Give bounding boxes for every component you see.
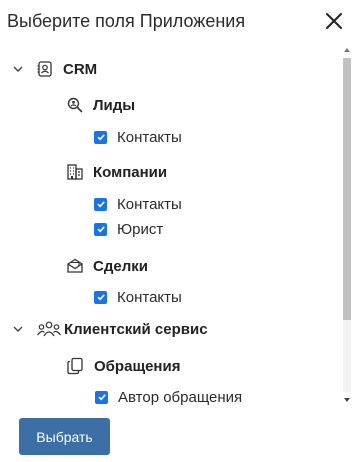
field-item[interactable]: Контакты [94,192,182,216]
fields-tree: CRM Лиды Контакты Компании Контакты Юрис… [0,52,340,407]
tree-node-leads[interactable]: Лиды [66,93,135,117]
building-icon [67,164,83,180]
checkmark-icon [96,134,105,141]
checkbox-checked[interactable] [94,197,107,211]
chevron-down-icon[interactable] [12,323,24,335]
field-label: Контакты [117,128,182,146]
tree-node-label: Лиды [93,96,136,114]
tree-node-requests[interactable]: Обращения [66,354,180,378]
field-select-dialog: Выберите поля Приложения CRM Лиды Контак… [0,0,359,462]
field-label: Контакты [117,288,182,306]
checkbox-checked[interactable] [94,130,107,144]
tree-node-crm[interactable]: CRM [12,57,97,81]
checkbox-checked[interactable] [94,222,107,236]
field-item[interactable]: Контакты [94,125,182,149]
field-item[interactable]: Автор обращения [95,385,242,407]
tree-node-label: Сделки [93,257,148,275]
scroll-down-arrow-icon[interactable] [342,394,352,406]
scroll-up-arrow-icon[interactable] [342,44,352,56]
tree-node-label: Компании [93,163,168,181]
tree-node-label: Обращения [94,357,181,375]
tree-node-deals[interactable]: Сделки [66,254,148,278]
envelope-icon [67,258,83,273]
scrollbar-thumb[interactable] [343,58,351,320]
documents-icon [67,357,83,375]
field-item[interactable]: Контакты [94,285,182,309]
checkmark-icon [96,226,105,233]
search-user-icon [67,97,83,113]
checkmark-icon [97,394,106,401]
people-icon [37,321,61,337]
checkbox-checked[interactable] [95,390,108,404]
select-button[interactable]: Выбрать [19,418,110,455]
tree-node-label: Клиентский сервис [64,320,208,338]
tree-node-client-service[interactable]: Клиентский сервис [12,317,208,341]
checkbox-checked[interactable] [94,290,107,304]
scrollbar[interactable] [342,44,352,406]
field-label: Автор обращения [118,388,243,406]
checkmark-icon [96,201,105,208]
dialog-title: Выберите поля Приложения [7,11,246,31]
field-label: Контакты [117,195,182,213]
close-icon[interactable] [322,9,346,33]
tree-node-companies[interactable]: Компании [66,160,167,184]
checkmark-icon [96,294,105,301]
chevron-down-icon[interactable] [12,63,24,75]
tree-node-label: CRM [63,60,98,78]
contact-card-icon [37,61,52,77]
field-item[interactable]: Юрист [94,217,163,241]
field-label: Юрист [117,220,164,238]
